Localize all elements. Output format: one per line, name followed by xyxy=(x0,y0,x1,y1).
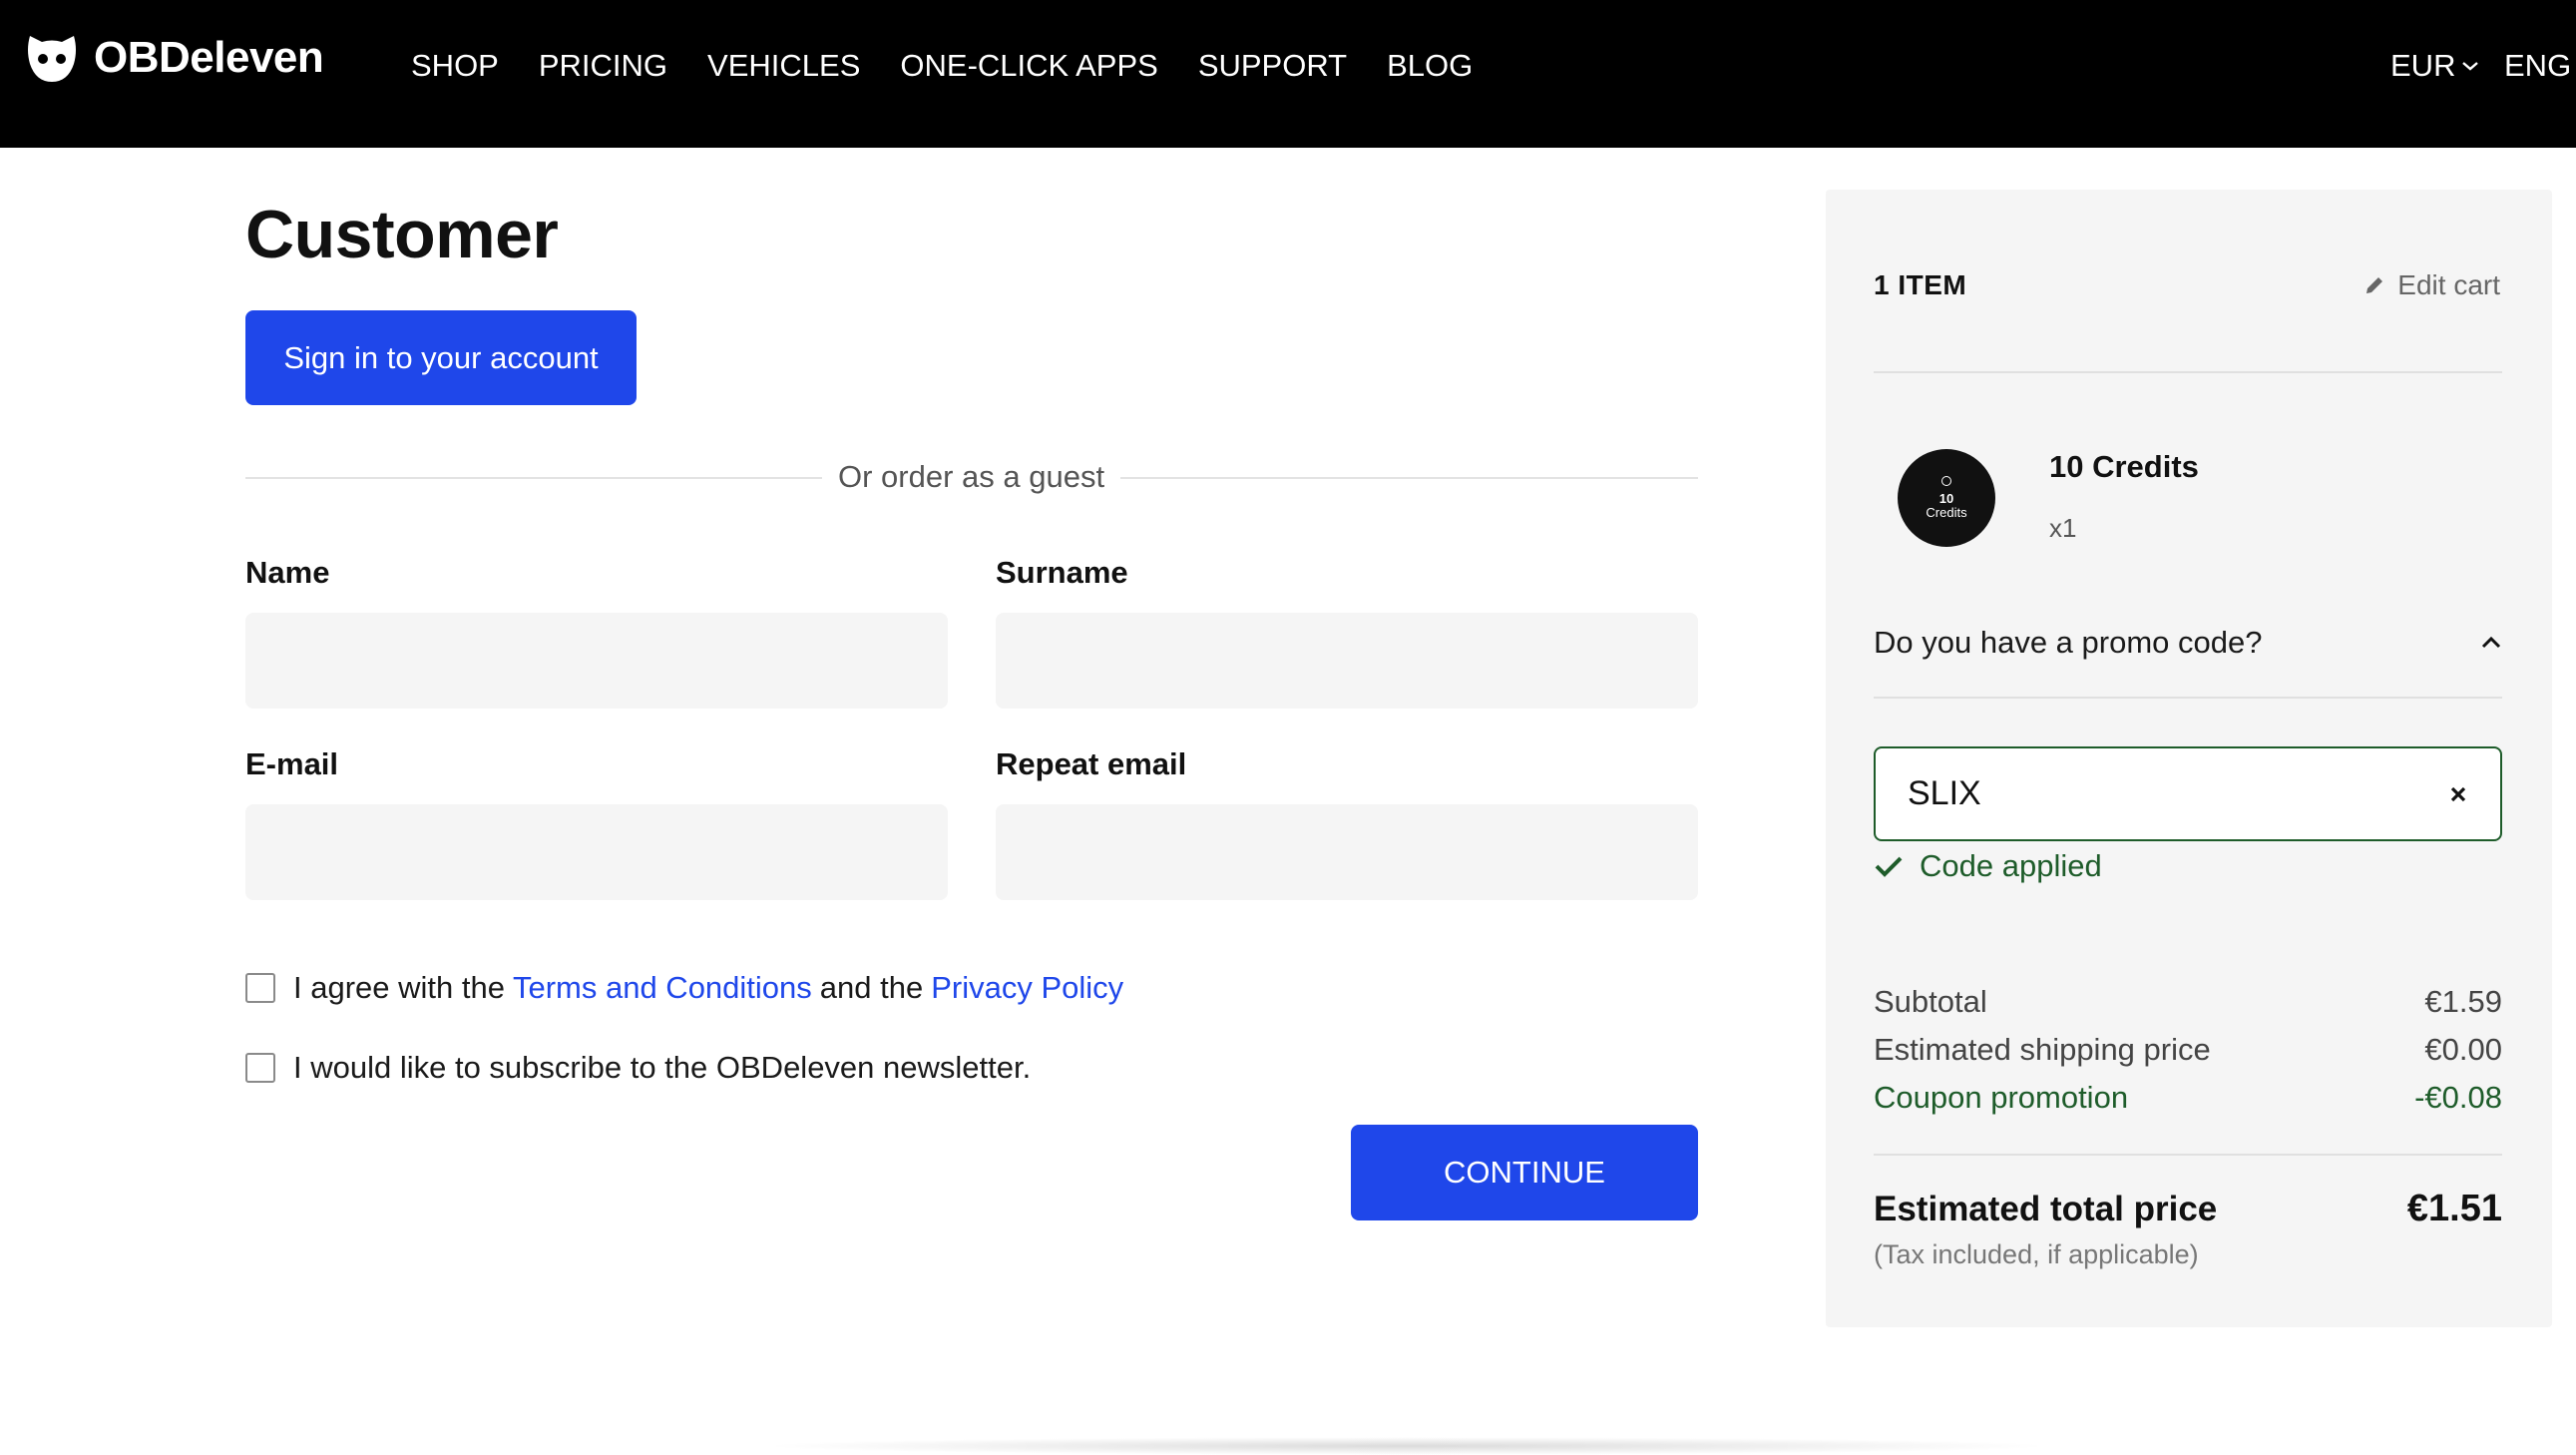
coin-icon xyxy=(1941,476,1951,486)
privacy-link[interactable]: Privacy Policy xyxy=(931,970,1123,1006)
top-navigation-bar: OBDeleven SHOP PRICING VEHICLES ONE-CLIC… xyxy=(0,0,2576,148)
product-name: 10 Credits xyxy=(2049,449,2199,484)
email-field[interactable] xyxy=(245,804,948,900)
terms-checkbox[interactable] xyxy=(245,973,275,1003)
terms-middle: and the xyxy=(819,970,924,1005)
total-label: Estimated total price xyxy=(1874,1190,2218,1228)
subtotal-value: €1.59 xyxy=(2424,984,2502,1019)
email-label: E-mail xyxy=(245,746,339,781)
subtotal-row: Subtotal €1.59 xyxy=(1874,984,2502,1020)
coupon-label: Coupon promotion xyxy=(1874,1080,2129,1115)
nav-vehicles[interactable]: VEHICLES xyxy=(707,48,860,84)
nav-pricing[interactable]: PRICING xyxy=(539,48,667,84)
edit-cart-link[interactable]: Edit cart xyxy=(2363,269,2500,301)
repeat-email-field[interactable] xyxy=(996,804,1698,900)
pencil-icon xyxy=(2366,277,2383,293)
continue-button[interactable]: CONTINUE xyxy=(1351,1125,1698,1220)
cart-summary-panel: 1 ITEM Edit cart 10 Credits 10 Credits x… xyxy=(1826,190,2552,1327)
surname-field[interactable] xyxy=(996,613,1698,709)
nav-blog[interactable]: BLOG xyxy=(1387,48,1473,84)
page-title: Customer xyxy=(245,197,559,272)
terms-link[interactable]: Terms and Conditions xyxy=(513,970,812,1006)
total-row: Estimated total price €1.51 xyxy=(1874,1188,2502,1230)
chevron-down-icon xyxy=(2462,62,2479,71)
guest-divider-text: Or order as a guest xyxy=(822,459,1121,495)
subtotal-label: Subtotal xyxy=(1874,984,1987,1019)
edit-cart-label: Edit cart xyxy=(2397,269,2500,300)
cart-item-count: 1 ITEM xyxy=(1874,269,1967,300)
nav-support[interactable]: SUPPORT xyxy=(1198,48,1347,84)
surname-label: Surname xyxy=(996,555,1128,590)
total-divider xyxy=(1874,1154,2502,1156)
promo-status: Code applied xyxy=(1874,848,2102,884)
language-selector[interactable]: ENG xyxy=(2504,48,2571,84)
promo-divider xyxy=(1874,697,2502,699)
bottom-shadow xyxy=(758,1437,2055,1455)
cart-divider xyxy=(1874,371,2502,373)
name-label: Name xyxy=(245,555,330,590)
newsletter-label: I would like to subscribe to the OBDelev… xyxy=(293,1050,1032,1085)
thumb-label: Credits xyxy=(1926,505,1967,520)
promo-code-value: SLIX xyxy=(1908,774,1981,812)
shipping-label: Estimated shipping price xyxy=(1874,1032,2211,1067)
shipping-value: €0.00 xyxy=(2424,1032,2502,1067)
tax-note: (Tax included, if applicable) xyxy=(1874,1239,2199,1269)
total-value: €1.51 xyxy=(2406,1188,2502,1229)
repeat-email-label: Repeat email xyxy=(996,746,1187,781)
name-field[interactable] xyxy=(245,613,948,709)
terms-prefix: I agree with the xyxy=(293,970,505,1005)
promo-code-input[interactable]: SLIX xyxy=(1874,746,2502,841)
check-icon xyxy=(1875,856,1903,877)
promo-status-text: Code applied xyxy=(1920,848,2102,883)
owl-logo-icon xyxy=(28,36,76,82)
nav-one-click-apps[interactable]: ONE-CLICK APPS xyxy=(900,48,1157,84)
brand-logo[interactable]: OBDeleven xyxy=(24,30,324,86)
clear-icon[interactable] xyxy=(2448,784,2468,804)
sign-in-button[interactable]: Sign in to your account xyxy=(245,310,637,405)
currency-selector[interactable]: EUR xyxy=(2390,48,2479,84)
main-nav: SHOP PRICING VEHICLES ONE-CLICK APPS SUP… xyxy=(411,48,1512,84)
chevron-up-icon xyxy=(2481,636,2501,649)
shipping-row: Estimated shipping price €0.00 xyxy=(1874,1032,2502,1068)
product-quantity: x1 xyxy=(2049,513,2077,543)
promo-code-toggle[interactable]: Do you have a promo code? xyxy=(1874,625,2502,661)
thumb-number: 10 xyxy=(1938,491,1954,506)
newsletter-row: I would like to subscribe to the OBDelev… xyxy=(245,1050,1031,1086)
newsletter-checkbox[interactable] xyxy=(245,1053,275,1083)
currency-label: EUR xyxy=(2390,48,2456,83)
product-thumbnail: 10 Credits xyxy=(1898,449,1995,547)
coupon-value: -€0.08 xyxy=(2414,1080,2502,1115)
terms-row: I agree with the Terms and Conditions an… xyxy=(245,970,1131,1006)
nav-shop[interactable]: SHOP xyxy=(411,48,499,84)
brand-name: OBDeleven xyxy=(94,33,324,82)
promo-question: Do you have a promo code? xyxy=(1874,625,2263,660)
coupon-row: Coupon promotion -€0.08 xyxy=(1874,1080,2502,1116)
